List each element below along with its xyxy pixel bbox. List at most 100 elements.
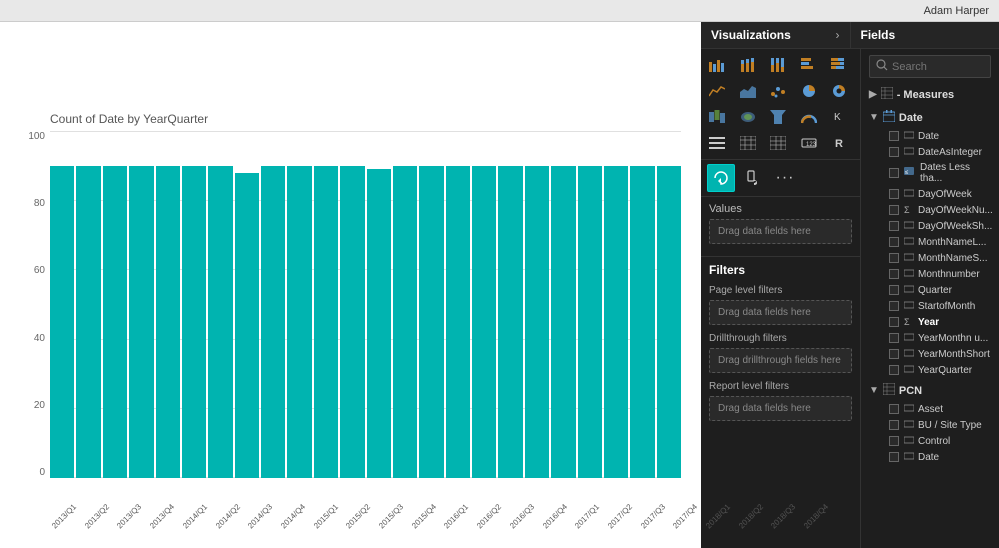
field-name: Monthnumber (918, 269, 980, 280)
bar[interactable] (261, 166, 285, 478)
field-checkbox[interactable] (889, 285, 899, 295)
bar[interactable] (76, 166, 100, 478)
search-box[interactable] (869, 55, 991, 78)
bar[interactable] (314, 166, 338, 478)
field-group-header-pcn[interactable]: ▼PCN (861, 380, 999, 401)
bar[interactable] (367, 169, 391, 478)
bar[interactable] (235, 173, 259, 478)
bar[interactable] (340, 166, 364, 478)
field-checkbox[interactable] (889, 404, 899, 414)
r-visual-icon[interactable]: R (827, 131, 851, 155)
values-dropzone[interactable]: Drag data fields here (709, 219, 852, 244)
viz-panel-arrow[interactable]: › (836, 28, 840, 42)
field-checkbox[interactable] (889, 349, 899, 359)
line-chart-icon[interactable] (705, 79, 729, 103)
bar[interactable] (419, 166, 443, 478)
report-filter-dropzone[interactable]: Drag data fields here (709, 396, 852, 421)
svg-text:123: 123 (806, 142, 817, 148)
field-item[interactable]: DateAsInteger (861, 144, 999, 160)
bar[interactable] (472, 166, 496, 478)
search-input[interactable] (892, 61, 984, 73)
scatter-icon[interactable] (766, 79, 790, 103)
bar[interactable] (525, 166, 549, 478)
field-item[interactable]: ΣYear (861, 314, 999, 330)
field-group-header-date[interactable]: ▼Date (861, 107, 999, 128)
field-checkbox[interactable] (889, 452, 899, 462)
funnel-icon[interactable] (766, 105, 790, 129)
field-item[interactable]: YearMonthn u... (861, 330, 999, 346)
field-item[interactable]: MonthNameL... (861, 234, 999, 250)
field-item[interactable]: BU / Site Type (861, 417, 999, 433)
x-axis-label: 2016/Q3 (508, 502, 536, 530)
field-item[interactable]: Quarter (861, 282, 999, 298)
bar[interactable] (156, 166, 180, 478)
field-item[interactable]: StartofMonth (861, 298, 999, 314)
field-checkbox[interactable] (889, 221, 899, 231)
clustered-bar-icon[interactable] (705, 53, 729, 77)
card-icon[interactable]: 123 (797, 131, 821, 155)
bar[interactable] (393, 166, 417, 478)
field-checkbox[interactable] (889, 205, 899, 215)
field-checkbox[interactable] (889, 420, 899, 430)
field-checkbox[interactable] (889, 189, 899, 199)
field-item[interactable]: Date (861, 449, 999, 465)
stacked-bar-icon[interactable] (736, 53, 760, 77)
field-checkbox[interactable] (889, 436, 899, 446)
paint-icon[interactable] (739, 164, 767, 192)
area-chart-icon[interactable] (736, 79, 760, 103)
field-item[interactable]: YearMonthShort (861, 346, 999, 362)
map-icon[interactable] (705, 105, 729, 129)
bar[interactable] (604, 166, 628, 478)
field-item[interactable]: DayOfWeek (861, 186, 999, 202)
slicer-icon[interactable] (705, 131, 729, 155)
matrix-icon[interactable] (766, 131, 790, 155)
field-checkbox[interactable] (889, 301, 899, 311)
bar[interactable] (103, 166, 127, 478)
field-checkbox[interactable] (889, 237, 899, 247)
bar[interactable] (446, 166, 470, 478)
field-item[interactable]: MonthNameS... (861, 250, 999, 266)
field-item[interactable]: Control (861, 433, 999, 449)
page-filter-dropzone[interactable]: Drag data fields here (709, 300, 852, 325)
table-icon[interactable] (736, 131, 760, 155)
100pct-bar-icon[interactable] (766, 53, 790, 77)
dots-icon[interactable]: ··· (771, 164, 799, 192)
field-checkbox[interactable] (889, 333, 899, 343)
field-checkbox[interactable] (889, 147, 899, 157)
field-item[interactable]: ΣDayOfWeekNu... (861, 202, 999, 218)
field-item[interactable]: Date (861, 128, 999, 144)
kpi-icon[interactable]: K (827, 105, 851, 129)
field-item[interactable]: YearQuarter (861, 362, 999, 378)
field-checkbox[interactable] (889, 269, 899, 279)
filters-section: Filters Page level filters Drag data fie… (701, 256, 860, 433)
x-axis-label: 2014/Q3 (246, 502, 274, 530)
field-checkbox[interactable] (889, 365, 899, 375)
bar[interactable] (208, 166, 232, 478)
bar[interactable] (657, 166, 681, 478)
bar[interactable] (50, 166, 74, 478)
field-group-header---measures[interactable]: ▶- Measures (861, 84, 999, 105)
filled-map-icon[interactable] (736, 105, 760, 129)
field-item[interactable]: Asset (861, 401, 999, 417)
pie-chart-icon[interactable] (797, 79, 821, 103)
drill-filter-dropzone[interactable]: Drag drillthrough fields here (709, 348, 852, 373)
clustered-bar-h-icon[interactable] (797, 53, 821, 77)
field-checkbox[interactable] (889, 317, 899, 327)
donut-chart-icon[interactable] (827, 79, 851, 103)
field-checkbox[interactable] (889, 131, 899, 141)
field-checkbox[interactable] (889, 253, 899, 263)
refresh-icon[interactable] (707, 164, 735, 192)
bar[interactable] (551, 166, 575, 478)
bar[interactable] (129, 166, 153, 478)
gauge-icon[interactable] (797, 105, 821, 129)
field-item[interactable]: Monthnumber (861, 266, 999, 282)
bar[interactable] (498, 166, 522, 478)
field-item[interactable]: ≤Dates Less tha... (861, 160, 999, 186)
stacked-bar-h-icon[interactable] (827, 53, 851, 77)
field-checkbox[interactable] (889, 168, 899, 178)
bar[interactable] (287, 166, 311, 478)
bar[interactable] (578, 166, 602, 478)
field-item[interactable]: DayOfWeekSh... (861, 218, 999, 234)
bar[interactable] (630, 166, 654, 478)
bar[interactable] (182, 166, 206, 478)
